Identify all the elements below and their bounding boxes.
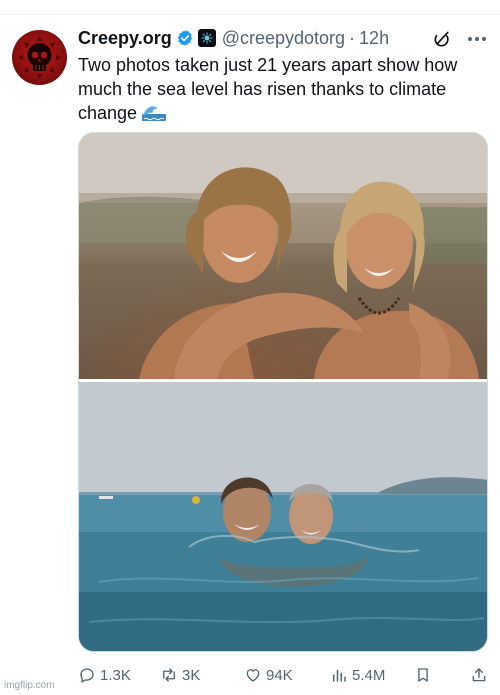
heart-icon	[246, 669, 260, 682]
view-count: 5.4M	[352, 666, 386, 684]
like-button[interactable]: 94K	[244, 663, 293, 687]
handle[interactable]: @creepydotorg	[222, 28, 345, 49]
divider	[0, 14, 500, 15]
separator-dot: ·	[349, 27, 356, 48]
bookmark-button[interactable]	[414, 663, 436, 687]
tweet-card: Creepy.org @creepydotorg · 12h Two photo…	[0, 0, 500, 695]
photo-bottom-illustration	[79, 382, 487, 651]
tweet-text: Two photos taken just 21 years apart sho…	[78, 53, 490, 125]
views-button[interactable]: 5.4M	[330, 663, 385, 687]
action-bar: 1.3K 3K 94K 5.4M	[78, 663, 490, 687]
reply-button[interactable]: 1.3K	[78, 663, 131, 687]
bookmark-icon	[418, 668, 428, 682]
tweet-header: Creepy.org @creepydotorg · 12h	[78, 26, 389, 50]
verified-badge-icon	[177, 30, 192, 46]
like-count: 94K	[266, 666, 293, 684]
share-icon	[472, 668, 486, 682]
photo-top[interactable]	[79, 133, 487, 379]
water-wave-icon	[142, 106, 167, 121]
reply-count: 1.3K	[100, 666, 131, 684]
repost-count: 3K	[182, 666, 201, 684]
repost-button[interactable]: 3K	[160, 663, 200, 687]
repost-icon	[163, 668, 175, 682]
affiliate-badge-icon	[197, 29, 216, 47]
watermark: imgflip.com	[4, 680, 55, 691]
analytics-icon	[333, 669, 346, 682]
photo-bottom[interactable]	[79, 382, 487, 651]
display-name[interactable]: Creepy.org	[78, 28, 172, 49]
timestamp[interactable]: 12h	[359, 28, 389, 49]
grok-icon[interactable]	[432, 29, 452, 49]
skull-logo-icon	[18, 36, 61, 79]
more-options-icon[interactable]	[466, 29, 488, 49]
media-container[interactable]	[78, 132, 488, 652]
share-button[interactable]	[470, 663, 492, 687]
photo-top-illustration	[79, 133, 487, 379]
tweet-body: Two photos taken just 21 years apart sho…	[78, 55, 458, 123]
avatar[interactable]	[12, 30, 67, 85]
reply-icon	[80, 668, 94, 683]
